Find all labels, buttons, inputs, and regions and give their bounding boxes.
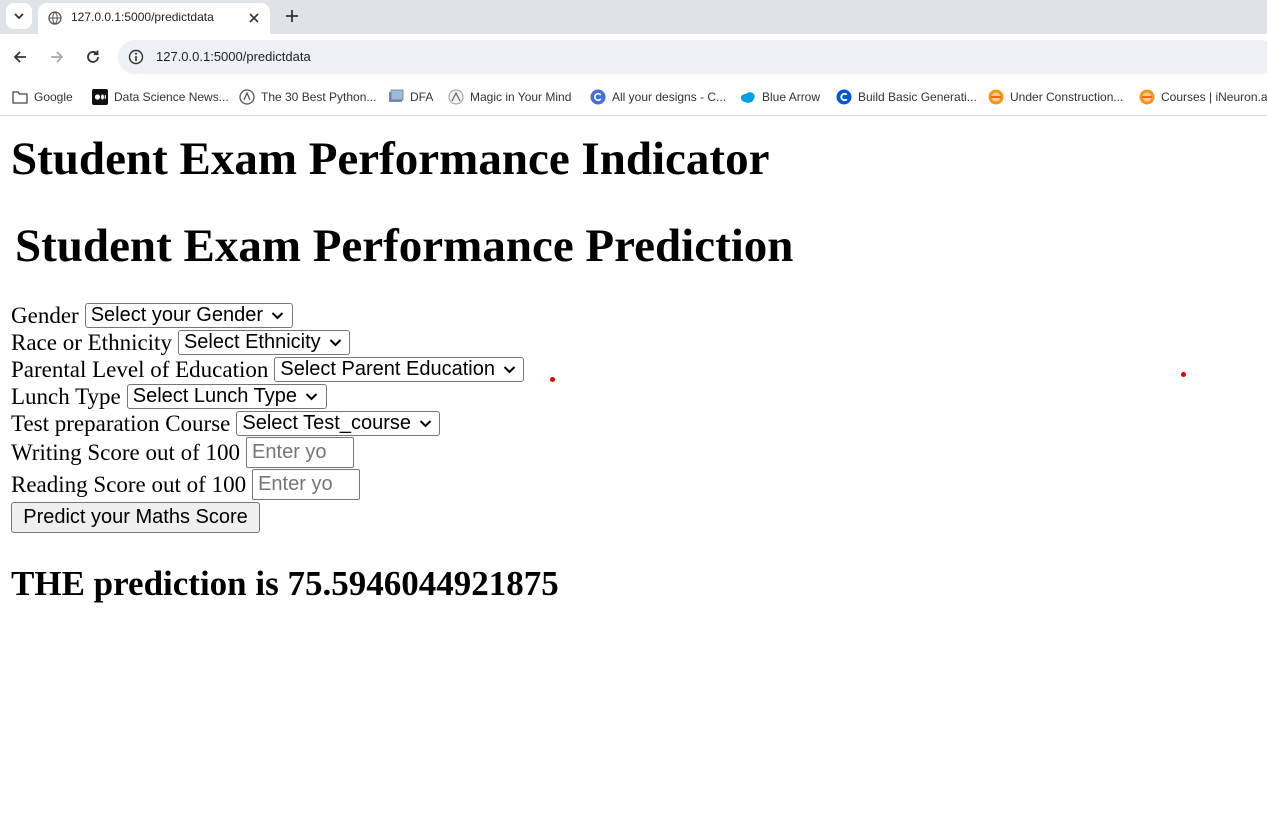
test-course-select-value: Select Test_course xyxy=(242,412,412,434)
coursera-icon xyxy=(836,89,852,105)
bookmark-label: Google xyxy=(34,90,73,104)
tab-search-button[interactable] xyxy=(6,3,32,29)
marker-dot xyxy=(550,377,555,382)
site-icon xyxy=(448,89,464,105)
form-title: Student Exam Performance Prediction xyxy=(15,220,794,272)
prediction-result: THE prediction is 75.5946044921875 xyxy=(11,564,559,603)
lunch-row: Lunch Type Select Lunch Type xyxy=(11,384,327,409)
forward-arrow-icon xyxy=(51,51,64,63)
reading-score-input[interactable] xyxy=(252,469,361,500)
browser-toolbar: 127.0.0.1:5000/predictdata xyxy=(0,34,1267,80)
tab-title: 127.0.0.1:5000/predictdata xyxy=(71,10,214,24)
writing-score-label: Writing Score out of 100 xyxy=(11,439,241,465)
bookmark-best-python[interactable]: The 30 Best Python... xyxy=(239,88,376,106)
bookmark-label: Magic in Your Mind xyxy=(470,90,572,104)
canva-icon xyxy=(590,89,606,105)
test-course-label: Test preparation Course xyxy=(11,410,231,436)
bookmark-all-your-designs[interactable]: All your designs - C... xyxy=(590,88,726,106)
bookmark-data-science-news[interactable]: Data Science News... xyxy=(92,88,229,106)
tab-strip: 127.0.0.1:5000/predictdata xyxy=(0,0,1267,34)
gender-label: Gender xyxy=(11,302,79,328)
back-button[interactable] xyxy=(10,47,30,67)
address-bar[interactable]: 127.0.0.1:5000/predictdata xyxy=(118,40,1267,74)
bookmark-build-basic-generative[interactable]: Build Basic Generati... xyxy=(836,88,977,106)
parental-education-label: Parental Level of Education xyxy=(11,356,269,382)
ethnicity-label: Race or Ethnicity xyxy=(11,329,172,355)
chevron-down-icon xyxy=(271,311,284,320)
bookmark-dfa[interactable]: DFA xyxy=(388,88,433,106)
lunch-select[interactable]: Select Lunch Type xyxy=(126,384,327,409)
chevron-down-icon xyxy=(419,419,432,428)
bookmark-label: Data Science News... xyxy=(114,90,229,104)
ethnicity-select[interactable]: Select Ethnicity xyxy=(177,330,350,355)
lunch-select-value: Select Lunch Type xyxy=(132,385,297,407)
site-icon xyxy=(388,89,404,105)
bookmark-google[interactable]: Google xyxy=(12,88,73,106)
page-title: Student Exam Performance Indicator xyxy=(11,133,770,185)
medium-icon xyxy=(92,89,108,105)
chevron-down-icon xyxy=(329,338,342,347)
bookmark-label: Courses | iNeuron.ai xyxy=(1161,90,1267,104)
bookmark-label: Under Construction... xyxy=(1010,90,1124,104)
salesforce-icon xyxy=(740,89,756,105)
bookmark-under-construction[interactable]: Under Construction... xyxy=(988,88,1123,106)
tab-close-icon[interactable] xyxy=(246,10,262,26)
ineuron-icon xyxy=(1139,89,1155,105)
url-text: 127.0.0.1:5000/predictdata xyxy=(156,49,311,64)
bookmark-courses-ineuron[interactable]: Courses | iNeuron.ai xyxy=(1139,88,1267,106)
bookmark-label: The 30 Best Python... xyxy=(261,90,377,104)
browser-tab[interactable]: 127.0.0.1:5000/predictdata xyxy=(38,3,270,34)
ethnicity-row: Race or Ethnicity Select Ethnicity xyxy=(11,330,350,355)
bookmark-blue-arrow[interactable]: Blue Arrow xyxy=(740,88,820,106)
parental-education-row: Parental Level of Education Select Paren… xyxy=(11,356,525,382)
gender-row: Gender Select your Gender xyxy=(11,303,293,328)
site-icon xyxy=(239,89,255,105)
ineuron-icon xyxy=(988,89,1004,105)
parental-education-select-value: Select Parent Education xyxy=(280,358,495,380)
back-arrow-icon xyxy=(13,51,26,63)
new-tab-button[interactable] xyxy=(282,6,302,26)
bookmark-label: DFA xyxy=(410,90,434,104)
bookmark-magic-in-your-mind[interactable]: Magic in Your Mind xyxy=(448,88,571,106)
predict-button[interactable]: Predict your Maths Score xyxy=(11,502,260,533)
chevron-down-icon xyxy=(503,365,516,374)
gender-select[interactable]: Select your Gender xyxy=(84,303,293,328)
bookmarks-bar: Google Data Science News... The 30 Best … xyxy=(0,80,1267,116)
marker-dot xyxy=(1181,372,1186,377)
globe-icon xyxy=(48,11,62,25)
reading-score-label: Reading Score out of 100 xyxy=(11,471,247,497)
site-info-icon[interactable] xyxy=(128,49,144,65)
chevron-down-icon xyxy=(14,13,24,20)
plus-icon xyxy=(286,10,298,22)
test-course-row: Test preparation Course Select Test_cour… xyxy=(11,410,441,436)
bookmark-label: Blue Arrow xyxy=(762,90,821,104)
reload-button[interactable] xyxy=(83,47,103,67)
reading-score-row: Reading Score out of 100 xyxy=(11,469,361,500)
test-course-select[interactable]: Select Test_course xyxy=(236,411,441,436)
chevron-down-icon xyxy=(305,392,318,401)
gender-select-value: Select your Gender xyxy=(90,304,264,326)
writing-score-input[interactable] xyxy=(246,437,355,468)
bookmark-label: All your designs - C... xyxy=(612,90,727,104)
page-content: Student Exam Performance Indicator Stude… xyxy=(0,116,1267,816)
reload-icon xyxy=(87,50,99,63)
bookmark-label: Build Basic Generati... xyxy=(858,90,977,104)
writing-score-row: Writing Score out of 100 xyxy=(11,437,355,468)
forward-button[interactable] xyxy=(47,47,67,67)
parental-education-select[interactable]: Select Parent Education xyxy=(274,357,525,382)
ethnicity-select-value: Select Ethnicity xyxy=(183,331,321,353)
folder-icon xyxy=(12,89,28,105)
lunch-label: Lunch Type xyxy=(11,383,121,409)
